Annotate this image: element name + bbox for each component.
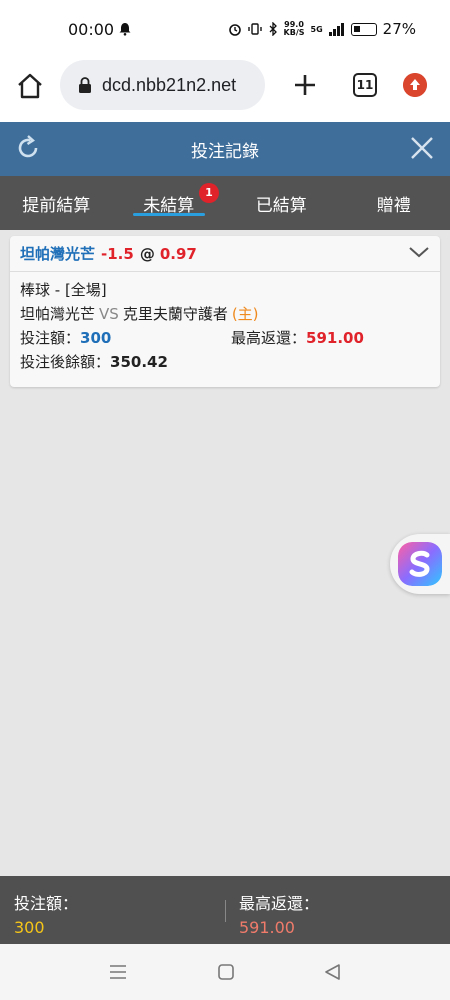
footer-stake-value: 300 bbox=[14, 918, 45, 937]
max-return-label: 最高返還： bbox=[231, 329, 307, 347]
vs-label: VS bbox=[99, 305, 119, 323]
assistant-logo-icon bbox=[398, 542, 442, 586]
footer-return-value: 591.00 bbox=[239, 918, 295, 937]
footer-stake-label: 投注額： bbox=[14, 894, 79, 913]
back-icon[interactable] bbox=[324, 964, 342, 980]
status-bar: 00:00 99.0 KB/S 5G 27% bbox=[0, 0, 450, 60]
address-bar[interactable]: dcd.nbb21n2.net bbox=[60, 60, 265, 110]
footer-divider bbox=[225, 900, 226, 922]
battery-percent: 27% bbox=[382, 20, 416, 38]
battery-icon bbox=[350, 22, 377, 36]
at-sign: @ bbox=[139, 244, 155, 263]
vibrate-icon bbox=[247, 23, 262, 35]
alarm-icon bbox=[228, 24, 241, 36]
unsettled-count-badge: 1 bbox=[199, 183, 219, 203]
chevron-down-icon[interactable] bbox=[408, 244, 430, 260]
bet-card: 坦帕灣光芒 -1.5 @ 0.97 棒球 - [全場] 坦帕灣光芒 VS 克里夫… bbox=[10, 236, 440, 387]
close-icon[interactable] bbox=[410, 136, 434, 160]
status-time: 00:00 bbox=[68, 20, 115, 39]
tab-early-settle[interactable]: 提前結算 bbox=[0, 176, 113, 230]
new-tab-icon[interactable] bbox=[290, 70, 320, 100]
menu-icon[interactable] bbox=[109, 964, 127, 980]
tab-gifts[interactable]: 贈禮 bbox=[338, 176, 450, 230]
page-header: 投注記錄 bbox=[0, 122, 450, 176]
home-square-icon[interactable] bbox=[217, 964, 235, 980]
matchup: 坦帕灣光芒 VS 克里夫蘭守護者 (主) bbox=[20, 302, 430, 326]
balance-label: 投注後餘額： bbox=[20, 353, 111, 371]
bet-odds: 0.97 bbox=[159, 244, 197, 263]
system-nav-bar bbox=[0, 944, 450, 1000]
footer-return-label: 最高返還： bbox=[239, 894, 320, 913]
tab-label: 已結算 bbox=[255, 196, 307, 216]
balance-row: 投注後餘額： 350.42 bbox=[20, 350, 430, 374]
lock-icon bbox=[79, 77, 91, 93]
footer-return: 最高返還： 591.00 bbox=[239, 890, 319, 937]
bet-summary-footer: 投注額： 300 最高返還： 591.00 bbox=[0, 876, 450, 944]
sport-period: 棒球 - [全場] bbox=[20, 281, 107, 299]
bet-card-header[interactable]: 坦帕灣光芒 -1.5 @ 0.97 bbox=[10, 236, 440, 272]
max-return-value: 591.00 bbox=[306, 329, 364, 347]
tab-label: 提前結算 bbox=[22, 196, 91, 216]
home-icon[interactable] bbox=[16, 72, 44, 100]
tab-label: 贈禮 bbox=[376, 196, 411, 216]
tab-unsettled[interactable]: 未結算 1 bbox=[113, 176, 226, 230]
network-speed: 99.0 KB/S bbox=[284, 21, 305, 37]
bet-status-tabs: 提前結算 未結算 1 已結算 贈禮 bbox=[0, 176, 450, 230]
team-b: 克里夫蘭守護者 bbox=[122, 305, 228, 323]
status-icons: 99.0 KB/S 5G 27% bbox=[228, 20, 416, 38]
update-icon[interactable] bbox=[403, 73, 427, 97]
tab-settled[interactable]: 已結算 bbox=[225, 176, 338, 230]
network-speed-unit: KB/S bbox=[283, 28, 305, 37]
bet-selection: 坦帕灣光芒 bbox=[20, 245, 96, 263]
browser-toolbar: dcd.nbb21n2.net 11 bbox=[0, 60, 450, 122]
bluetooth-icon bbox=[269, 22, 277, 36]
url-text: dcd.nbb21n2.net bbox=[102, 74, 237, 95]
home-tag: (主) bbox=[231, 305, 259, 323]
signal-icon bbox=[328, 22, 344, 36]
tab-switcher-button[interactable]: 11 bbox=[353, 73, 377, 97]
page-title: 投注記錄 bbox=[191, 142, 259, 162]
bet-handicap: -1.5 bbox=[101, 244, 134, 263]
team-a: 坦帕灣光芒 bbox=[20, 305, 96, 323]
footer-stake: 投注額： 300 bbox=[14, 890, 78, 937]
stake-label: 投注額： bbox=[20, 329, 81, 347]
bet-card-body: 棒球 - [全場] 坦帕灣光芒 VS 克里夫蘭守護者 (主) 投注額：300 最… bbox=[10, 272, 440, 380]
stake-return-row: 投注額：300 最高返還：591.00 bbox=[20, 326, 430, 350]
balance-value: 350.42 bbox=[110, 353, 168, 371]
stake-value: 300 bbox=[80, 329, 112, 347]
notification-bell-icon bbox=[119, 23, 131, 36]
floating-assistant-button[interactable] bbox=[390, 534, 450, 594]
active-tab-indicator bbox=[132, 213, 205, 216]
network-type: 5G bbox=[310, 24, 323, 34]
